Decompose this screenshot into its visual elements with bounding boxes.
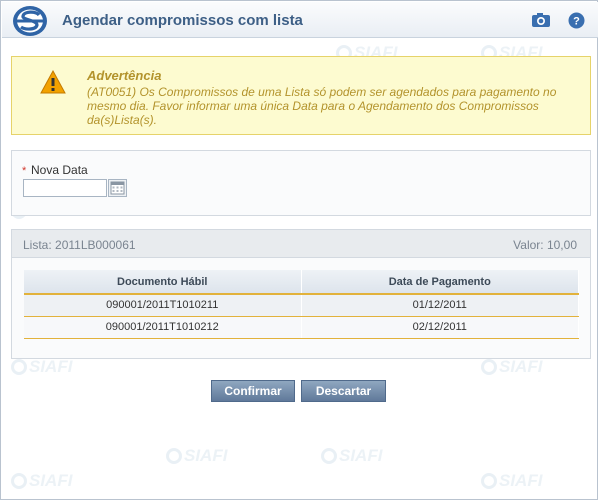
document-cell: 090001/2011T1010212 bbox=[24, 316, 302, 339]
warning-title: Advertência bbox=[87, 68, 162, 83]
column-header-payment-date: Data de Pagamento bbox=[301, 270, 579, 295]
svg-text:?: ? bbox=[573, 16, 580, 28]
warning-message: (AT0051) Os Compromissos de uma Lista só… bbox=[87, 85, 557, 127]
required-mark: * bbox=[22, 165, 27, 177]
confirm-button[interactable]: Confirmar bbox=[211, 380, 295, 402]
list-value: Valor: 10,00 bbox=[513, 238, 577, 252]
help-icon[interactable]: ? bbox=[568, 12, 585, 29]
discard-button[interactable]: Descartar bbox=[301, 380, 386, 402]
payment-date-cell: 02/12/2011 bbox=[301, 316, 579, 339]
date-form: * Nova Data bbox=[11, 150, 591, 216]
page-title: Agendar compromissos com lista bbox=[62, 12, 303, 29]
column-header-document: Documento Hábil bbox=[24, 270, 302, 295]
page-header: Agendar compromissos com lista ? bbox=[2, 2, 598, 38]
watermark: SIAFI bbox=[481, 357, 542, 377]
watermark: SIAFI bbox=[321, 446, 382, 466]
watermark: SIAFI bbox=[166, 446, 227, 466]
watermark: SIAFI bbox=[11, 471, 72, 491]
list-header: Lista: 2011LB000061 Valor: 10,00 bbox=[12, 230, 590, 258]
table-row: 090001/2011T1010211 01/12/2011 bbox=[24, 294, 579, 317]
camera-icon[interactable] bbox=[531, 12, 551, 28]
table-row: 090001/2011T1010212 02/12/2011 bbox=[24, 316, 579, 339]
warning-box: Advertência (AT0051) Os Compromissos de … bbox=[11, 56, 591, 135]
documents-table: Documento Hábil Data de Pagamento 090001… bbox=[24, 270, 579, 339]
table-header-row: Documento Hábil Data de Pagamento bbox=[24, 270, 579, 295]
date-label: Nova Data bbox=[31, 163, 88, 177]
document-cell: 090001/2011T1010211 bbox=[24, 294, 302, 317]
list-panel: Lista: 2011LB000061 Valor: 10,00 Documen… bbox=[11, 229, 591, 359]
watermark: SIAFI bbox=[481, 471, 542, 491]
watermark: SIAFI bbox=[11, 357, 72, 377]
payment-date-cell: 01/12/2011 bbox=[301, 294, 579, 317]
new-date-input[interactable] bbox=[23, 179, 107, 197]
warning-icon bbox=[40, 70, 66, 94]
list-id: Lista: 2011LB000061 bbox=[23, 238, 136, 252]
window-frame: SIAFI SIAFI SIAFI SIAFI SIAFI SIAFI SIAF… bbox=[0, 0, 598, 500]
calendar-icon[interactable] bbox=[108, 179, 127, 197]
siafi-logo-icon bbox=[13, 6, 47, 36]
